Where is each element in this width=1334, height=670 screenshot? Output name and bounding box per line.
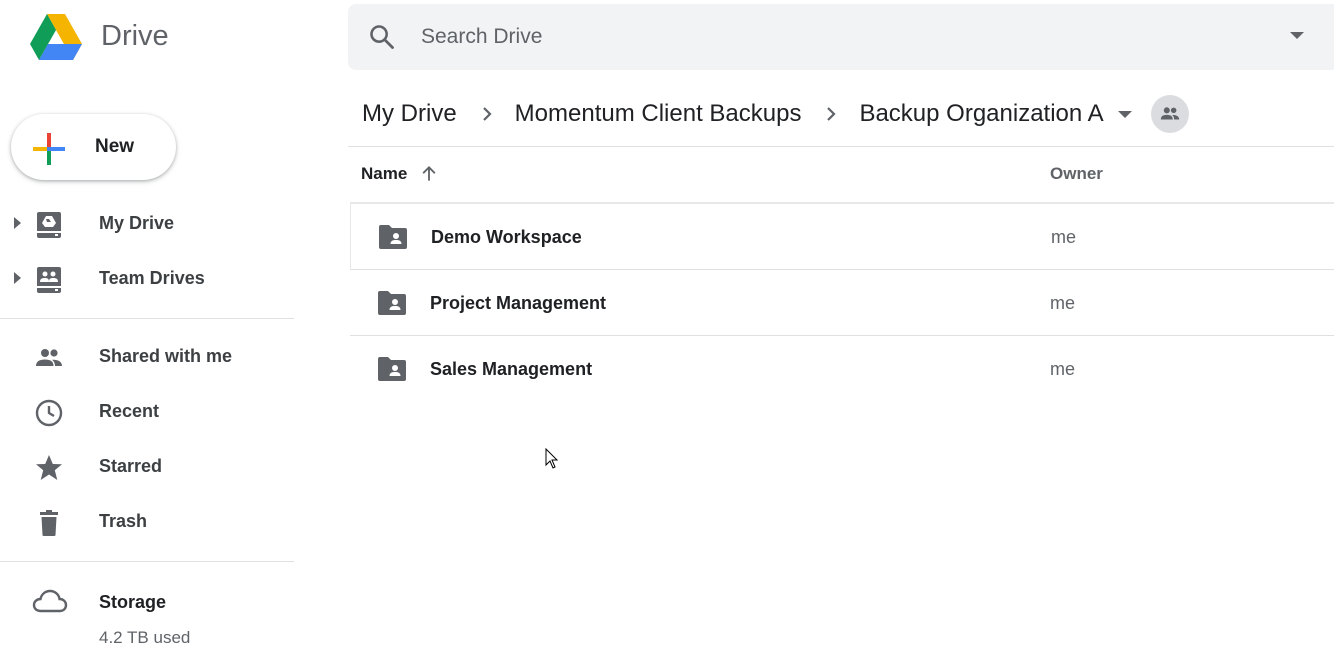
people-icon xyxy=(1160,107,1179,120)
sidebar-item-team-drives[interactable]: Team Drives xyxy=(0,254,294,304)
search-input[interactable] xyxy=(421,4,1221,70)
file-name[interactable]: Demo Workspace xyxy=(431,227,582,248)
sidebar-item-my-drive[interactable]: My Drive xyxy=(0,199,294,249)
breadcrumb-momentum-client-backups[interactable]: Momentum Client Backups xyxy=(515,100,802,128)
people-icon xyxy=(36,349,62,366)
folder-menu-dropdown-icon[interactable] xyxy=(1117,110,1132,118)
app-title[interactable]: Drive xyxy=(101,20,169,53)
sidebar-item-label: Shared with me xyxy=(99,346,233,366)
sidebar-item-trash[interactable]: Trash xyxy=(0,497,294,547)
search-bar[interactable] xyxy=(348,4,1334,70)
sidebar-divider xyxy=(0,561,294,562)
star-icon xyxy=(36,455,62,480)
sidebar-item-label: Team Drives xyxy=(99,268,205,288)
new-button[interactable]: New xyxy=(11,114,176,180)
sidebar-item-starred[interactable]: Starred xyxy=(0,442,294,492)
table-row[interactable]: Sales Management me xyxy=(350,336,1334,402)
cloud-icon xyxy=(32,589,68,613)
sidebar-item-label: Recent xyxy=(99,401,160,421)
sidebar-item-shared-with-me[interactable]: Shared with me xyxy=(0,332,294,382)
trash-icon xyxy=(40,510,58,536)
breadcrumb: My Drive Momentum Client Backups Backup … xyxy=(362,94,1189,134)
team-drives-icon xyxy=(37,267,61,293)
sidebar-item-label: Starred xyxy=(99,456,163,476)
table-row[interactable]: Project Management me xyxy=(350,270,1334,336)
sidebar-divider xyxy=(0,318,294,319)
breadcrumb-my-drive[interactable]: My Drive xyxy=(362,100,457,128)
drive-logo-icon[interactable] xyxy=(30,14,82,60)
search-icon[interactable] xyxy=(368,23,396,51)
file-name[interactable]: Sales Management xyxy=(430,359,592,380)
shared-folder-icon xyxy=(379,225,407,249)
breadcrumb-current-folder[interactable]: Backup Organization A xyxy=(859,100,1103,128)
expand-arrow-icon[interactable] xyxy=(14,272,21,284)
column-name-label: Name xyxy=(361,164,408,183)
new-button-label: New xyxy=(95,136,135,157)
chevron-right-icon xyxy=(827,107,837,121)
storage-label[interactable]: Storage xyxy=(99,592,166,613)
table-row[interactable]: Demo Workspace me xyxy=(350,204,1334,270)
clock-icon xyxy=(35,399,63,427)
search-options-dropdown-icon[interactable] xyxy=(1290,32,1304,39)
plus-icon xyxy=(33,133,65,165)
sidebar-item-recent[interactable]: Recent xyxy=(0,387,294,437)
column-header-owner[interactable]: Owner xyxy=(1050,164,1103,184)
chevron-right-icon xyxy=(482,107,492,121)
expand-arrow-icon[interactable] xyxy=(14,217,21,229)
file-name[interactable]: Project Management xyxy=(430,293,606,314)
file-owner: me xyxy=(1051,227,1077,247)
my-drive-icon xyxy=(37,212,61,238)
storage-used-text: 4.2 TB used xyxy=(99,628,191,647)
arrow-up-icon[interactable] xyxy=(419,164,439,184)
shared-folder-icon xyxy=(378,291,406,315)
sidebar-item-label: My Drive xyxy=(99,213,175,233)
column-header-name[interactable]: Name xyxy=(361,164,439,184)
file-owner: me xyxy=(1050,293,1076,313)
shared-folder-icon xyxy=(378,357,406,381)
file-owner: me xyxy=(1050,359,1076,379)
mouse-cursor-icon xyxy=(545,448,559,469)
main-divider xyxy=(348,146,1334,147)
sidebar-item-label: Trash xyxy=(99,511,148,531)
shared-people-button[interactable] xyxy=(1150,95,1189,133)
